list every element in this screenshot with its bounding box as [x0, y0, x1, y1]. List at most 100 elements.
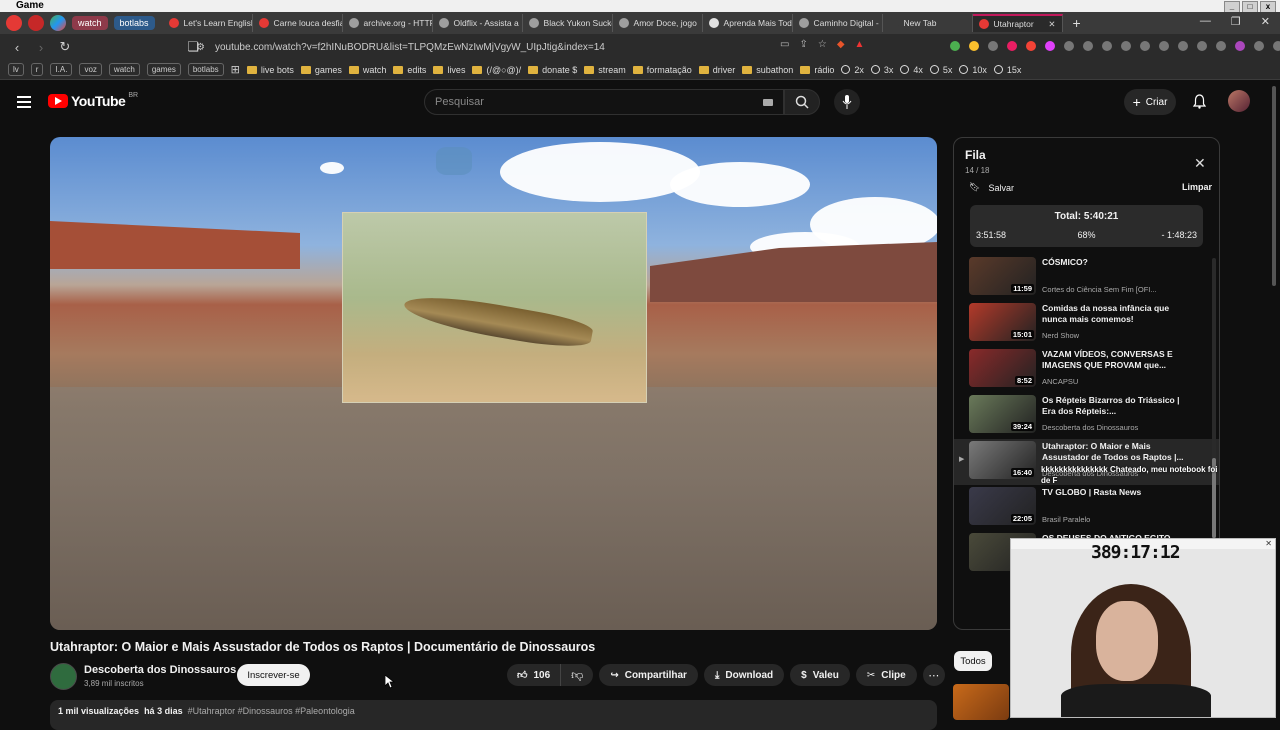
reload-icon[interactable]: ↻ — [58, 39, 72, 55]
bookmark-item[interactable]: subathon — [742, 65, 793, 75]
bookmark-item[interactable]: live bots — [246, 65, 294, 75]
bookmark-group-chip[interactable]: lv — [8, 63, 24, 76]
bookmark-item[interactable]: 2x — [841, 65, 864, 75]
menu-icon[interactable] — [17, 96, 31, 108]
extension-icon[interactable] — [969, 41, 979, 51]
channel-avatar[interactable] — [50, 663, 77, 690]
queue-item[interactable]: 8:52 VAZAM VÍDEOS, CONVERSAS E IMAGENS QU… — [954, 347, 1219, 393]
filter-chip-all[interactable]: Todos — [954, 651, 992, 671]
hashtags[interactable]: #Utahraptor #Dinossauros #Paleontologia — [188, 706, 355, 716]
recommended-thumbnail[interactable] — [953, 684, 1009, 720]
star-icon[interactable]: ☆ — [818, 39, 827, 50]
like-button[interactable]: 👍︎ 106 — [507, 664, 562, 686]
queue-thumbnail[interactable]: 39:24 — [969, 395, 1036, 433]
browser-tab[interactable]: Utahraptor ✕ — [972, 14, 1063, 32]
pinned-tab-3[interactable] — [50, 15, 66, 31]
keyboard-icon[interactable] — [763, 98, 773, 106]
extension-icon[interactable] — [1197, 41, 1207, 51]
share-icon[interactable]: ⇪ — [799, 39, 807, 50]
channel-name[interactable]: Descoberta dos Dinossauros — [84, 664, 236, 676]
queue-item[interactable]: 39:24 Os Répteis Bizarros do Triássico | … — [954, 393, 1219, 439]
bookmark-item[interactable]: 3x — [870, 65, 893, 75]
bookmark-group-chip[interactable]: I.A. — [50, 63, 73, 76]
download-button[interactable]: ⤓ Download — [703, 664, 785, 686]
browser-close-button[interactable]: ✕ — [1261, 15, 1270, 28]
pinned-tab-2[interactable] — [28, 15, 44, 31]
extension-icon[interactable] — [1083, 41, 1093, 51]
extension-icon[interactable] — [1140, 41, 1150, 51]
queue-item[interactable]: 22:05 TV GLOBO | Rasta News Brasil Paralel… — [954, 485, 1219, 531]
browser-tab[interactable]: Oldflix - Assista a — [433, 14, 523, 32]
bookmark-item[interactable]: lives — [433, 65, 465, 75]
bookmark-item[interactable]: rádio — [800, 65, 834, 75]
cast-icon[interactable]: ▭ — [780, 39, 789, 50]
bookmark-group-chip[interactable]: botlabs — [187, 63, 224, 76]
browser-tab[interactable]: Amor Doce, jogo — [613, 14, 703, 32]
extension-icon[interactable] — [988, 41, 998, 51]
browser-tab[interactable]: Caminho Digital - — [793, 14, 883, 32]
search-button[interactable] — [784, 89, 820, 115]
bookmark-item[interactable]: 4x — [900, 65, 923, 75]
voice-search-button[interactable] — [834, 89, 860, 115]
browser-minimize-button[interactable]: — — [1200, 15, 1211, 28]
extension-icon[interactable] — [1159, 41, 1169, 51]
tab-close-icon[interactable]: ✕ — [1048, 19, 1055, 30]
browser-tab[interactable]: archive.org - HTTP — [343, 14, 433, 32]
bookmark-item[interactable]: stream — [584, 65, 626, 75]
menu-icon[interactable] — [1273, 41, 1280, 51]
extension-icon[interactable] — [1121, 41, 1131, 51]
extension-icon[interactable] — [1216, 41, 1226, 51]
queue-thumbnail[interactable]: 11:59 — [969, 257, 1036, 295]
bookmark-item[interactable]: edits — [393, 65, 426, 75]
browser-tab[interactable]: Let's Learn English — [163, 14, 253, 32]
bookmark-item[interactable]: 5x — [929, 65, 952, 75]
search-input[interactable]: Pesquisar — [424, 89, 784, 115]
extension-icon[interactable] — [1254, 41, 1264, 51]
bookmark-item[interactable]: 10x — [959, 65, 987, 75]
queue-thumbnail[interactable]: 15:01 — [969, 303, 1036, 341]
extension-icon[interactable] — [1007, 41, 1017, 51]
account-avatar[interactable] — [1228, 90, 1250, 112]
queue-thumbnail[interactable]: 8:52 — [969, 349, 1036, 387]
more-actions-button[interactable]: ⋯ — [922, 664, 945, 686]
video-player[interactable] — [50, 137, 937, 630]
clip-button[interactable]: ✂ Clipe — [855, 664, 917, 686]
bookmark-item[interactable]: (/@○@)/ — [472, 65, 521, 75]
browser-tab[interactable]: Carne louca desfia — [253, 14, 343, 32]
tab-group-watch[interactable]: watch — [72, 16, 108, 30]
back-icon[interactable]: ‹ — [10, 40, 24, 55]
thanks-button[interactable]: $ Valeu — [790, 664, 850, 686]
queue-item[interactable]: 15:01 Comidas da nossa infância que nunca… — [954, 301, 1219, 347]
browser-tab[interactable]: Aprenda Mais Tod — [703, 14, 793, 32]
extension-icon[interactable] — [1064, 41, 1074, 51]
save-button[interactable]: 🔖︎ Salvar — [969, 182, 1014, 193]
webcam-close-icon[interactable]: ✕ — [1265, 539, 1272, 548]
bookmark-group-chip[interactable]: r — [30, 63, 44, 76]
youtube-logo[interactable]: YouTube BR — [48, 92, 138, 109]
extension-icon[interactable] — [1102, 41, 1112, 51]
extension-icon[interactable] — [1178, 41, 1188, 51]
queue-item[interactable]: 11:59 CÓSMICO? Cortes do Ciência Sem Fim [… — [954, 255, 1219, 301]
site-info-icon[interactable]: ⚙ — [196, 42, 205, 53]
queue-thumbnail[interactable]: 16:40 — [969, 441, 1036, 479]
apps-grid-icon[interactable]: ⊞ — [231, 63, 240, 76]
notifications-bell-icon[interactable] — [1192, 94, 1207, 112]
close-icon[interactable]: ✕ — [1194, 155, 1206, 172]
browser-tab[interactable]: New Tab — [883, 14, 973, 32]
extension-icon[interactable] — [1235, 41, 1245, 51]
tab-group-botlabs[interactable]: botlabs — [113, 16, 155, 30]
bookmark-group-chip[interactable]: watch — [108, 63, 140, 76]
bookmark-item[interactable]: 15x — [993, 65, 1021, 75]
browser-tab[interactable]: Black Yukon Sucke — [523, 14, 613, 32]
queue-thumbnail[interactable]: 22:05 — [969, 487, 1036, 525]
subscribe-button[interactable]: Inscrever-se — [237, 664, 310, 686]
extension-icon[interactable] — [950, 41, 960, 51]
clear-button[interactable]: Limpar — [1182, 182, 1212, 192]
pinned-tab-1[interactable] — [6, 15, 22, 31]
bookmark-group-chip[interactable]: games — [146, 63, 181, 76]
bookmark-item[interactable]: games — [300, 65, 342, 75]
share-button[interactable]: ↪ Compartilhar — [599, 664, 698, 686]
extension-icon[interactable] — [1045, 41, 1055, 51]
create-button[interactable]: + Criar — [1124, 89, 1176, 115]
bookmark-item[interactable]: watch — [348, 65, 386, 75]
